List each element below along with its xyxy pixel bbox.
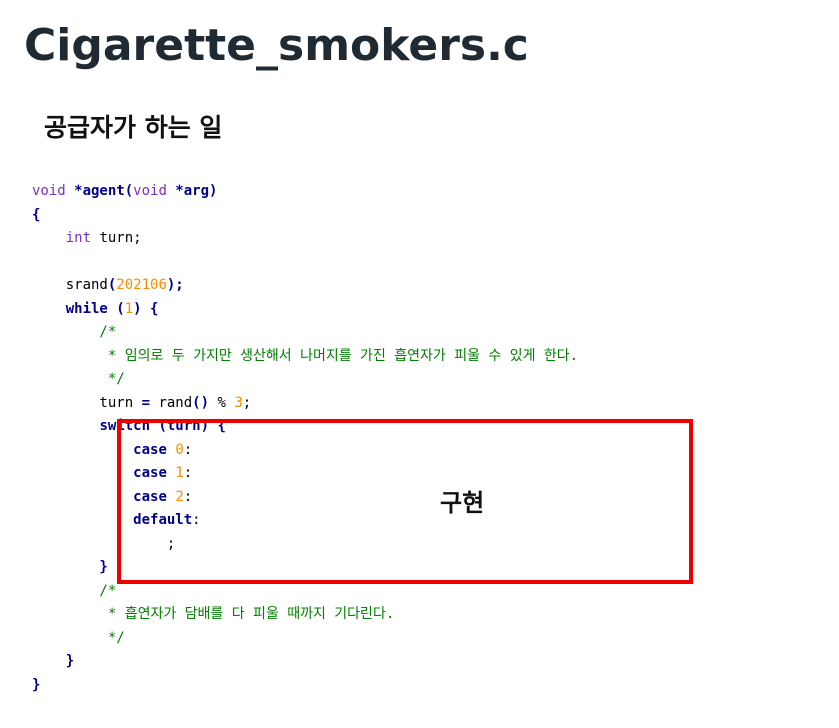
code-token: while xyxy=(65,300,108,317)
code-line: */ xyxy=(32,627,578,651)
implementation-label: 구현 xyxy=(440,489,485,517)
code-token: { xyxy=(32,206,41,223)
code-token: turn xyxy=(32,394,142,411)
code-token: = xyxy=(141,394,151,411)
slide-subtitle: 공급자가 하는 일 xyxy=(44,113,223,142)
code-line: * 임의로 두 가지만 생산해서 나머지를 가진 흡연자가 피울 수 있게 한다… xyxy=(32,345,578,369)
code-token: /* xyxy=(32,324,117,340)
code-token: turn; xyxy=(91,230,142,246)
code-line: * 흡연자가 담배를 다 피울 때까지 기다린다. xyxy=(32,603,578,627)
code-token: ); xyxy=(166,277,184,293)
code-line: /* xyxy=(32,321,578,345)
code-line: { xyxy=(32,204,578,228)
code-line: srand(202106); xyxy=(32,274,578,298)
code-token: 3 xyxy=(234,394,243,411)
code-line: turn = rand() % 3; xyxy=(32,392,578,416)
code-token: /* xyxy=(32,582,117,599)
implementation-highlight-box xyxy=(117,419,693,584)
code-token: * 흡연자가 담배를 다 피울 때까지 기다린다. xyxy=(32,606,395,622)
code-token: % xyxy=(209,394,235,411)
code-token: 202106 xyxy=(116,277,167,293)
code-token: ( xyxy=(107,300,125,317)
code-token: void xyxy=(133,183,167,199)
code-line: while (1) { xyxy=(32,298,578,322)
code-token: * 임의로 두 가지만 생산해서 나머지를 가진 흡연자가 피울 수 있게 한다… xyxy=(32,347,579,364)
code-token: ) { xyxy=(133,300,159,317)
slide-title: Cigarette_smokers.c xyxy=(24,20,529,71)
code-token: } xyxy=(32,653,75,669)
code-token: *arg) xyxy=(166,183,218,199)
code-token: } xyxy=(32,676,41,693)
code-line: } xyxy=(32,650,578,674)
code-token: *agent( xyxy=(65,183,134,199)
code-token: int xyxy=(65,230,92,246)
code-line: */ xyxy=(32,368,578,392)
code-line: } xyxy=(32,674,578,698)
code-token: 1 xyxy=(124,300,134,317)
code-token: ; xyxy=(242,394,252,411)
code-token: void xyxy=(32,183,66,199)
code-token: } xyxy=(32,559,108,575)
code-line: void *agent(void *arg) xyxy=(32,180,578,204)
code-token: */ xyxy=(32,629,125,646)
code-token: rand xyxy=(150,394,193,411)
code-token: () xyxy=(192,394,210,411)
code-token: */ xyxy=(32,371,125,387)
code-token: srand xyxy=(32,277,108,293)
code-line: int turn; xyxy=(32,227,578,251)
